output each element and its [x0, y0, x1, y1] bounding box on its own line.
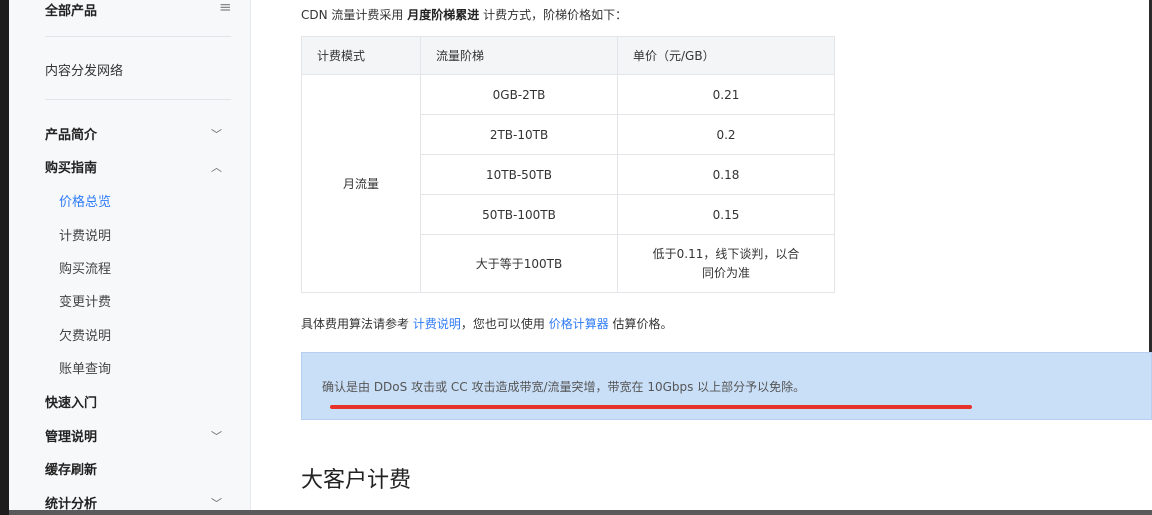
ddos-exemption-banner: 确认是由 DDoS 攻击或 CC 攻击造成带宽/流量突增，带宽在 10Gbps … — [301, 352, 1152, 420]
tier-cell: 10TB-50TB — [420, 154, 618, 195]
sidebar-item-quick-start[interactable]: 快速入门 — [45, 392, 97, 411]
table-header-row: 计费模式 流量阶梯 单价（元/GB） — [301, 36, 835, 75]
section-heading: 大客户计费 — [301, 468, 412, 493]
sidebar-item-cache-refresh[interactable]: 缓存刷新 — [45, 459, 97, 478]
header-tier: 流量阶梯 — [420, 36, 618, 75]
header-unit-price: 单价（元/GB） — [617, 36, 835, 75]
divider — [45, 36, 231, 37]
tier-cell: 50TB-100TB — [420, 194, 618, 235]
sidebar-subitem-bill-query[interactable]: 账单查询 — [59, 358, 111, 377]
price-calculator-link[interactable]: 价格计算器 — [549, 317, 609, 331]
chevron-down-icon[interactable]: ﹀ — [211, 126, 222, 142]
price-cell: 0.21 — [617, 74, 835, 115]
sidebar-item-purchase-guide[interactable]: 购买指南 — [45, 157, 97, 176]
price-cell: 低于0.11，线下谈判，以合 同价为准 — [617, 234, 835, 293]
price-cell: 0.2 — [617, 114, 835, 155]
tier-cell: 大于等于100TB — [420, 234, 618, 293]
header-mode: 计费模式 — [301, 36, 421, 75]
all-products-title[interactable]: 全部产品 — [45, 0, 97, 19]
divider — [45, 99, 231, 100]
sidebar: 全部产品 ≡ 内容分发网络 产品简介 ﹀ 购买指南 ︿ 价格总览 计费说明 购买… — [9, 0, 251, 512]
sidebar-item-management[interactable]: 管理说明 — [45, 426, 97, 445]
chevron-down-icon[interactable]: ﹀ — [211, 428, 222, 444]
product-title[interactable]: 内容分发网络 — [45, 60, 123, 79]
menu-icon[interactable]: ≡ — [219, 0, 232, 16]
sidebar-subitem-change-billing[interactable]: 变更计费 — [59, 291, 111, 310]
window-left-edge — [0, 0, 9, 515]
billing-note: 具体费用算法请参考 计费说明，您也可以使用 价格计算器 估算价格。 — [301, 317, 673, 331]
tier-cell: 2TB-10TB — [420, 114, 618, 155]
billing-doc-link[interactable]: 计费说明 — [413, 317, 461, 331]
banner-text: 确认是由 DDoS 攻击或 CC 攻击造成带宽/流量突增，带宽在 10Gbps … — [322, 380, 806, 394]
intro-text: CDN 流量计费采用 月度阶梯累进 计费方式，阶梯价格如下： — [301, 8, 628, 22]
window-bottom-edge — [9, 510, 1152, 515]
billing-mode-cell: 月流量 — [301, 74, 421, 293]
chevron-down-icon[interactable]: ﹀ — [211, 495, 222, 511]
tier-cell: 0GB-2TB — [420, 74, 618, 115]
price-table: 计费模式 流量阶梯 单价（元/GB） 月流量 0GB-2TB 0.21 2TB-… — [301, 36, 835, 293]
price-cell: 0.18 — [617, 154, 835, 195]
sidebar-subitem-price-overview[interactable]: 价格总览 — [59, 191, 111, 210]
chevron-up-icon[interactable]: ︿ — [211, 159, 222, 175]
sidebar-item-product-intro[interactable]: 产品简介 — [45, 124, 97, 143]
table-row: 月流量 0GB-2TB 0.21 — [301, 74, 835, 293]
sidebar-subitem-billing[interactable]: 计费说明 — [59, 225, 111, 244]
sidebar-subitem-arrears[interactable]: 欠费说明 — [59, 325, 111, 344]
annotation-underline — [330, 405, 972, 409]
price-cell: 0.15 — [617, 194, 835, 235]
sidebar-subitem-purchase-flow[interactable]: 购买流程 — [59, 258, 111, 277]
